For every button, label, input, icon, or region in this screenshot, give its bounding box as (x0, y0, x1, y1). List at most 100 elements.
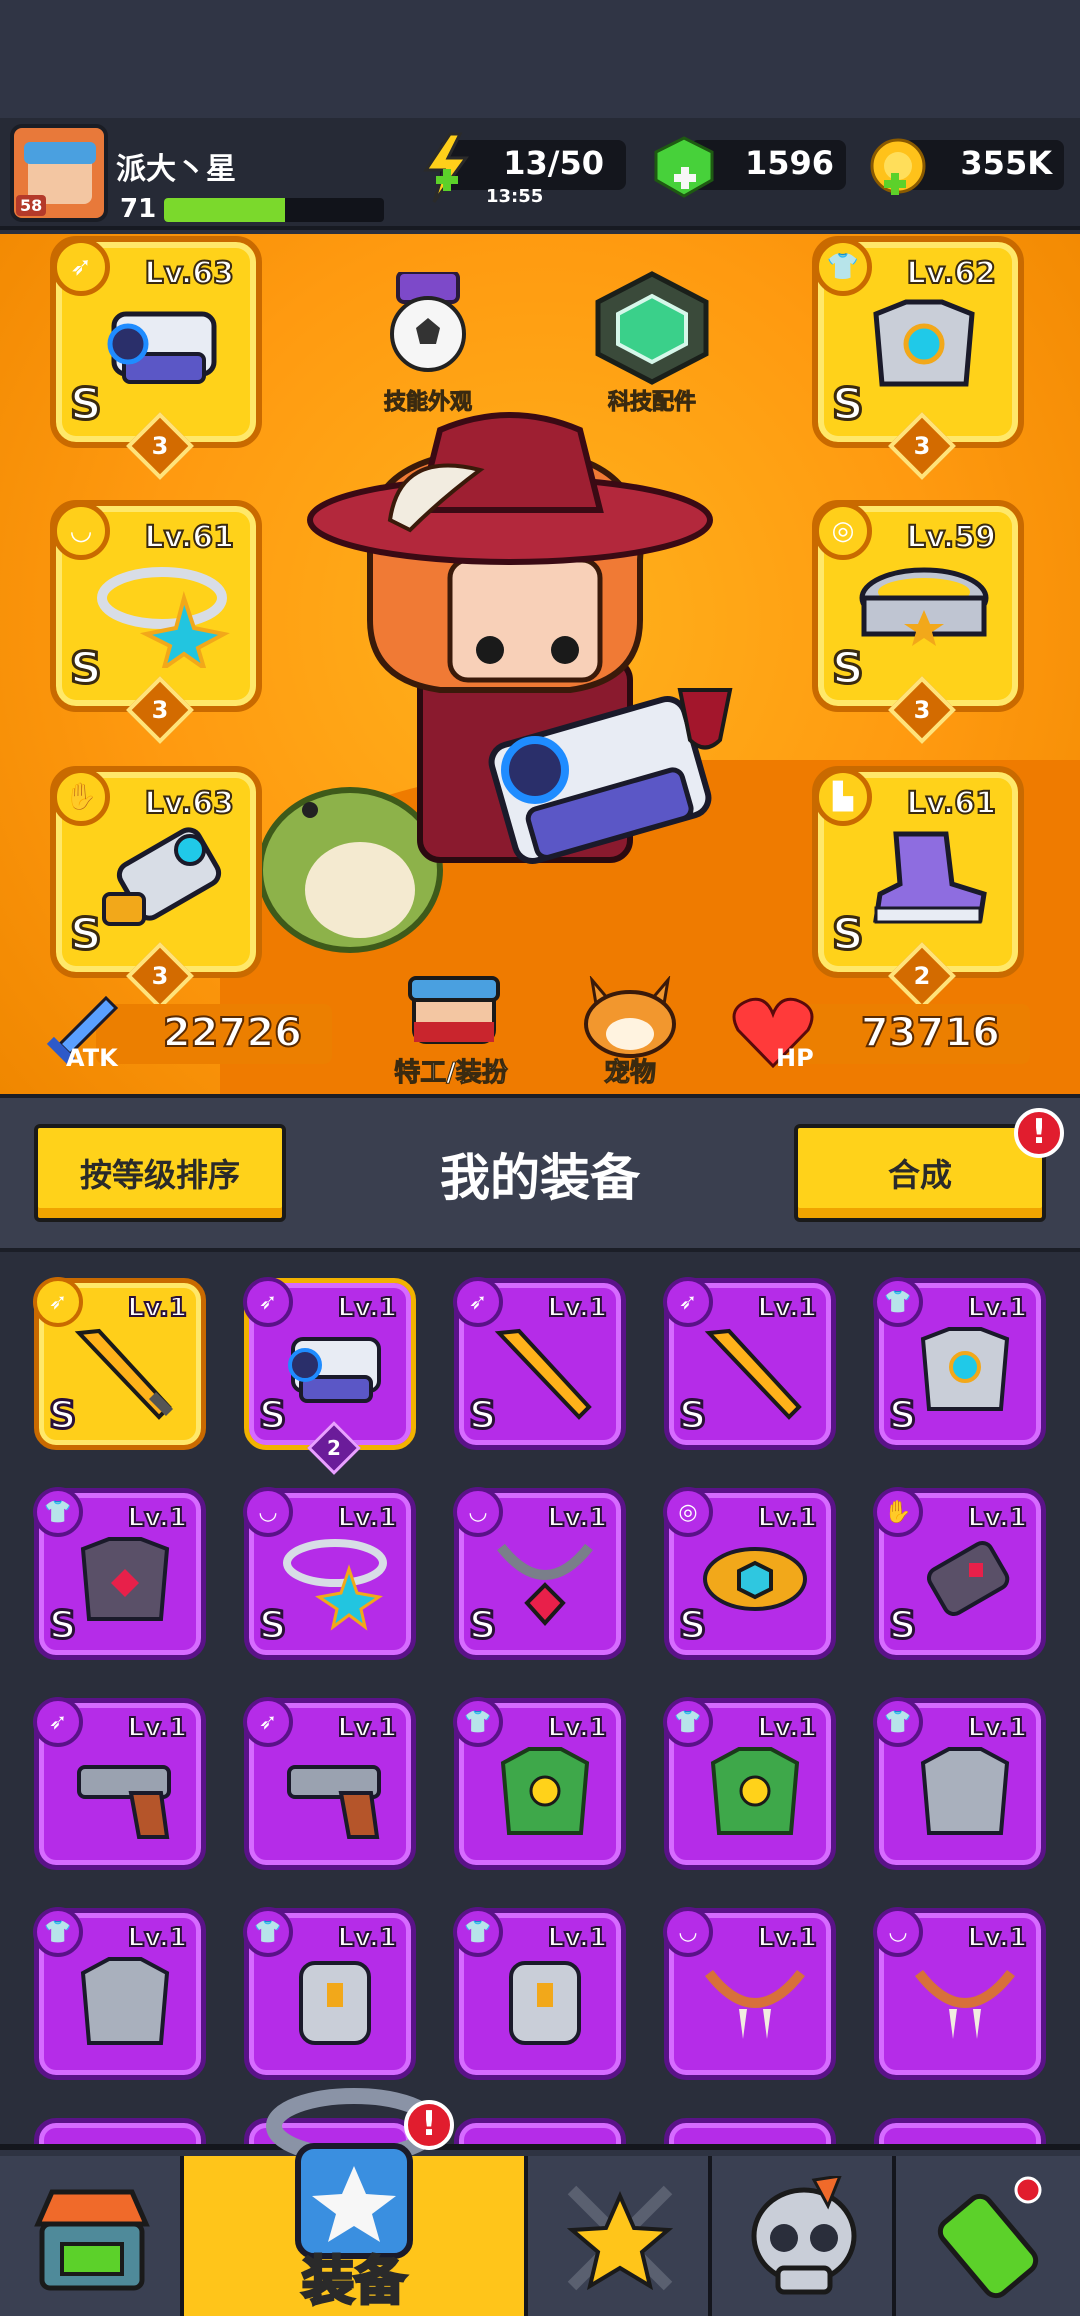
inventory-item[interactable]: ◎ Lv.1 S (663, 1487, 836, 1660)
nav-lab[interactable] (896, 2156, 1080, 2316)
inventory-item[interactable]: 👕 Lv.1 (453, 1697, 626, 1870)
inventory-item[interactable]: ➶ Lv.1 S (663, 1277, 836, 1450)
skill-skin-icon[interactable] (378, 272, 478, 382)
slot-rank: S (69, 378, 104, 432)
inventory-item[interactable]: 👕 Lv.1 (873, 1697, 1046, 1870)
energy-timer: 13:55 (486, 186, 544, 207)
boots-category-icon: ▙ (814, 768, 872, 826)
item-level: Lv.1 (547, 1922, 608, 1954)
coin-value: 355K (960, 144, 1052, 182)
plasma-gun-icon (107, 311, 217, 384)
item-level: Lv.1 (757, 1292, 818, 1324)
agent-outfit-icon[interactable] (404, 974, 504, 1050)
dark-armor-icon (80, 1537, 170, 1621)
equip-slot-weapon[interactable]: ➶ Lv.63 S 3 (50, 236, 262, 480)
avatar-visor (24, 142, 96, 164)
item-level: Lv.1 (127, 1712, 188, 1744)
nav-equipment[interactable]: ! 装备 (184, 2088, 528, 2316)
shiba-pet-icon[interactable] (578, 976, 682, 1058)
star-belt-icon (859, 567, 989, 646)
inventory-item[interactable] (454, 2118, 626, 2144)
slot-level: Lv.61 (906, 785, 997, 822)
shop-icon (34, 2189, 150, 2291)
gem-icon (654, 136, 714, 198)
agent-character[interactable] (250, 390, 770, 970)
equip-slot-boots[interactable]: ▙ Lv.61 S 2 (812, 766, 1024, 1010)
item-rank: S (47, 1602, 77, 1649)
item-rank: S (47, 1392, 77, 1439)
inventory-item[interactable]: ➶ Lv.1 S (453, 1277, 626, 1450)
merge-button[interactable]: 合成 (794, 1124, 1046, 1222)
xp-bar-fill (164, 198, 285, 222)
armor-category-icon: 👕 (33, 1907, 83, 1957)
vest-armor-icon (299, 1961, 371, 2045)
inventory-item[interactable]: ◡ Lv.1 S (453, 1487, 626, 1660)
nav-battle[interactable] (528, 2156, 712, 2316)
player-level: 71 (120, 194, 157, 224)
equip-slot-armor[interactable]: 👕 Lv.62 S 3 (812, 236, 1024, 480)
item-level: Lv.1 (337, 1502, 398, 1534)
item-rank: S (257, 1392, 287, 1439)
inventory-item[interactable]: 👕 Lv.1 (33, 1907, 206, 2080)
plasma-gun-icon (288, 1337, 381, 1403)
item-rank: S (677, 1392, 707, 1439)
hp-stat: 73716 (792, 1004, 1030, 1064)
armor-category-icon: 👕 (814, 238, 872, 296)
belt-category-icon: ◎ (814, 502, 872, 560)
inventory-item[interactable]: 👕 Lv.1 S (33, 1487, 206, 1660)
inventory-item[interactable]: 👕 Lv.1 (663, 1697, 836, 1870)
item-level: Lv.1 (547, 1502, 608, 1534)
inventory-item[interactable]: ◡ Lv.1 (873, 1907, 1046, 2080)
inventory-item[interactable] (34, 2118, 206, 2144)
slot-level: Lv.61 (144, 519, 235, 556)
player-avatar[interactable]: 58 (10, 124, 108, 222)
equip-slot-belt[interactable]: ◎ Lv.59 S 3 (812, 500, 1024, 744)
tech-parts-label: 科技配件 (607, 390, 696, 416)
weapon-category-icon: ➶ (243, 1277, 293, 1327)
fang-necklace-icon (915, 1969, 1015, 2039)
inventory-item[interactable]: ➶ Lv.1 S 2 (243, 1277, 416, 1475)
equip-slot-glove[interactable]: ✋ Lv.63 S 3 (50, 766, 262, 1010)
vest-armor-icon (509, 1961, 581, 2045)
item-level: Lv.1 (967, 1502, 1028, 1534)
inventory-item[interactable]: ◡ Lv.1 (663, 1907, 836, 2080)
inventory-item[interactable] (664, 2118, 836, 2144)
inventory-item[interactable] (874, 2118, 1046, 2144)
tech-parts-icon[interactable] (590, 270, 714, 386)
energy-icon (423, 132, 469, 203)
inventory-item[interactable]: ➶ Lv.1 (243, 1697, 416, 1870)
slot-rank: S (831, 378, 866, 432)
revolver-icon (287, 1765, 381, 1839)
weapon-category-icon: ➶ (663, 1277, 713, 1327)
atk-label: ATK (66, 1044, 118, 1072)
hp-label: HP (776, 1044, 814, 1072)
item-level: Lv.1 (127, 1502, 188, 1534)
inventory-item[interactable]: 👕 Lv.1 (243, 1907, 416, 2080)
equip-slot-necklace[interactable]: ◡ Lv.61 S 3 (50, 500, 262, 744)
dark-glove-icon (926, 1541, 1010, 1616)
inventory-item[interactable]: ➶ Lv.1 (33, 1697, 206, 1870)
inventory-item[interactable]: ◡ Lv.1 S (243, 1487, 416, 1660)
sort-by-level-button[interactable]: 按等级排序 (34, 1124, 286, 1222)
chain-necklace-icon (497, 1543, 593, 1626)
inventory-item[interactable]: 👕 Lv.1 S (873, 1277, 1046, 1450)
flame-sword-icon (494, 1328, 592, 1420)
glove-category-icon: ✋ (873, 1487, 923, 1537)
nav-shop[interactable] (0, 2156, 184, 2316)
belt-category-icon: ◎ (663, 1487, 713, 1537)
atk-stat: 22726 (96, 1004, 332, 1064)
armor-category-icon: 👕 (243, 1907, 293, 1957)
inventory-item[interactable]: 👕 Lv.1 (453, 1907, 626, 2080)
slot-level: Lv.63 (144, 255, 235, 292)
avatar-badge: 58 (16, 195, 47, 216)
item-level: Lv.1 (757, 1922, 818, 1954)
merge-alert-badge: ! (1014, 1108, 1064, 1158)
inventory-item[interactable]: ➶ Lv.1 S (33, 1277, 206, 1450)
item-count-badge: 2 (307, 1421, 361, 1475)
necklace-category-icon: ◡ (52, 502, 110, 560)
mech-armor-icon (920, 1327, 1010, 1411)
mech-armor-icon (873, 299, 975, 387)
nav-challenge[interactable] (712, 2156, 896, 2316)
inventory-item[interactable]: ✋ Lv.1 S (873, 1487, 1046, 1660)
armor-category-icon: 👕 (663, 1697, 713, 1747)
